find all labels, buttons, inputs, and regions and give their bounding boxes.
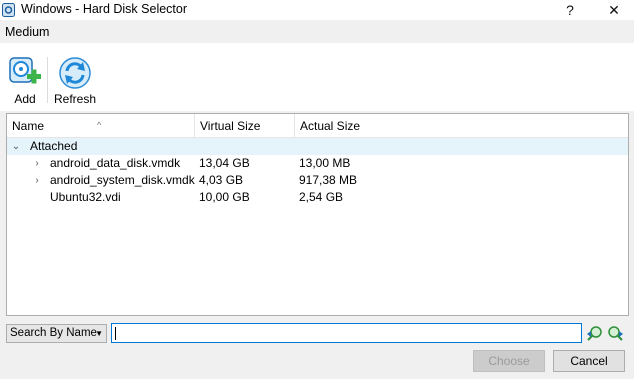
virtual-size: 13,04 GB (199, 156, 250, 170)
toolbar: Add Refresh (0, 43, 634, 111)
disk-name: android_data_disk.vmdk (50, 156, 181, 170)
chevron-right-icon[interactable]: › (32, 172, 42, 189)
refresh-button[interactable]: Refresh (52, 56, 98, 106)
toolbar-separator (47, 57, 48, 103)
column-header-actual-size[interactable]: Actual Size (295, 114, 628, 138)
table-header: Name ^ Virtual Size Actual Size (7, 114, 628, 138)
sort-indicator-icon: ^ (97, 120, 102, 130)
column-header-virtual-size[interactable]: Virtual Size (195, 114, 295, 138)
menu-medium[interactable]: Medium (5, 25, 49, 39)
disk-tree-view[interactable]: Name ^ Virtual Size Actual Size ⌄ Attach… (6, 113, 629, 316)
table-row[interactable]: › android_system_disk.vmdk 4,03 GB 917,3… (7, 172, 628, 189)
group-row-attached[interactable]: ⌄ Attached (7, 138, 628, 155)
text-caret (115, 327, 116, 340)
search-next-icon[interactable] (607, 325, 625, 343)
group-label: Attached (30, 139, 78, 153)
dropdown-arrow-icon: ▼ (95, 329, 103, 338)
choose-button[interactable]: Choose (473, 350, 545, 372)
disk-name: android_system_disk.vmdk (50, 173, 195, 187)
table-row[interactable]: › android_data_disk.vmdk 13,04 GB 13,00 … (7, 155, 628, 172)
chevron-down-icon[interactable]: ⌄ (11, 138, 21, 155)
actual-size: 2,54 GB (299, 190, 344, 204)
virtual-size: 4,03 GB (199, 173, 244, 187)
column-header-name[interactable]: Name ^ (7, 114, 195, 138)
refresh-label: Refresh (53, 92, 97, 106)
actual-size: 13,00 MB (299, 156, 351, 170)
search-mode-label: Search By Name (10, 327, 97, 339)
title-bar: Windows - Hard Disk Selector ? ✕ (0, 0, 634, 20)
window-title: Windows - Hard Disk Selector (21, 2, 188, 16)
add-label: Add (14, 92, 36, 106)
add-button[interactable]: Add (6, 56, 44, 106)
actual-size: 917,38 MB (299, 173, 358, 187)
disk-name: Ubuntu32.vdi (50, 190, 121, 204)
table-row[interactable]: Ubuntu32.vdi 10,00 GB 2,54 GB (7, 189, 628, 206)
virtual-size: 10,00 GB (199, 190, 250, 204)
virtualbox-app-icon (2, 3, 15, 17)
search-mode-select[interactable]: Search By Name ▼ (6, 324, 107, 343)
search-previous-icon[interactable] (585, 325, 603, 343)
add-disk-icon (9, 57, 41, 84)
chevron-right-icon[interactable]: › (32, 155, 42, 172)
refresh-icon (59, 57, 91, 89)
search-input[interactable] (111, 323, 582, 343)
close-button[interactable]: ✕ (594, 0, 634, 20)
cancel-button[interactable]: Cancel (553, 350, 625, 372)
help-button[interactable]: ? (550, 0, 590, 20)
menu-bar: Medium (0, 21, 634, 43)
